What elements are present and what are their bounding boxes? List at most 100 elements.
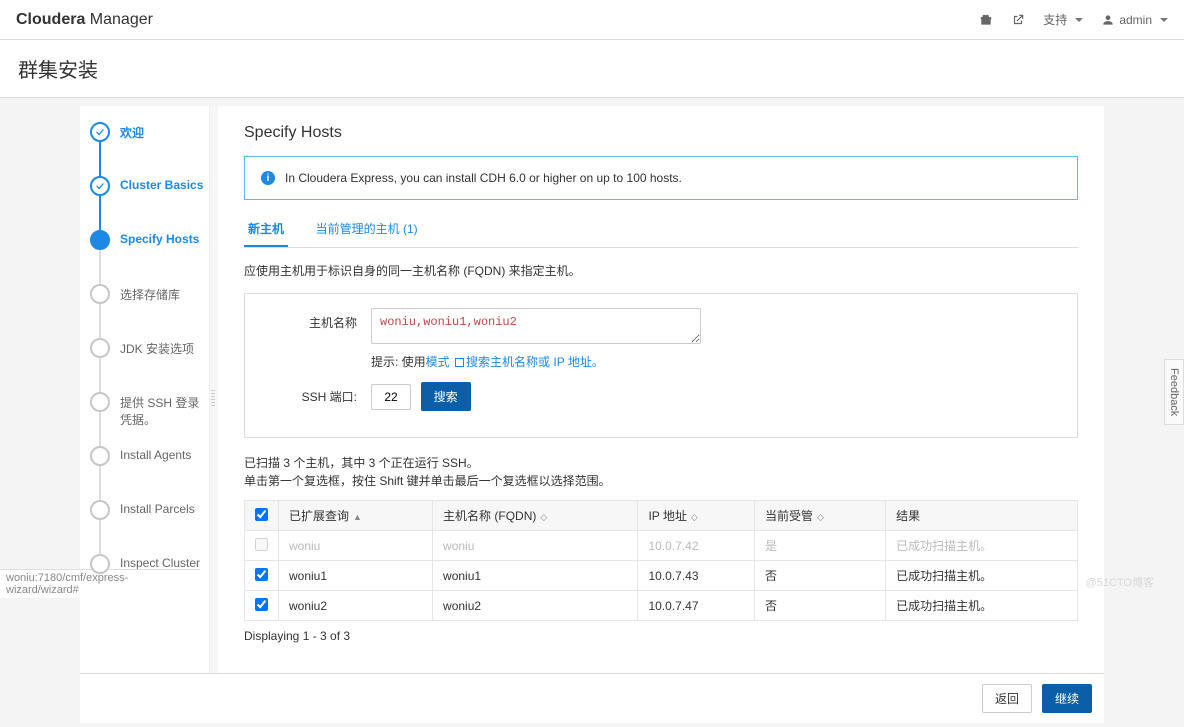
page-title: 群集安装	[0, 40, 1184, 98]
wizard-step: Install Parcels	[90, 500, 209, 554]
wizard-step: JDK 安装选项	[90, 338, 209, 392]
chevron-down-icon	[1075, 18, 1083, 22]
wizard-step: 提供 SSH 登录凭据。	[90, 392, 209, 446]
cell-name: woniu2	[279, 591, 433, 621]
support-label: 支持	[1043, 11, 1067, 28]
user-menu[interactable]: admin	[1101, 13, 1168, 27]
col-ip[interactable]: IP 地址◇	[638, 501, 755, 531]
gift-icon[interactable]	[979, 13, 993, 27]
info-banner: i In Cloudera Express, you can install C…	[244, 156, 1078, 200]
step-marker-icon	[90, 500, 110, 520]
user-label: admin	[1119, 13, 1152, 27]
step-label: 欢迎	[120, 122, 144, 141]
cell-fqdn: woniu	[433, 531, 638, 561]
step-marker-icon	[90, 230, 110, 250]
cell-managed: 是	[754, 531, 885, 561]
hostname-label: 主机名称	[261, 308, 371, 331]
scan-line-1: 已扫描 3 个主机，其中 3 个正在运行 SSH。	[244, 454, 1078, 472]
select-all-checkbox[interactable]	[255, 508, 268, 521]
row-checkbox[interactable]	[255, 568, 268, 581]
hosts-table: 已扩展查询▲ 主机名称 (FQDN)◇ IP 地址◇ 当前受管◇ 结果 woni…	[244, 500, 1078, 621]
cell-fqdn: woniu1	[433, 561, 638, 591]
cell-name: woniu1	[279, 561, 433, 591]
ssh-port-label: SSH 端口:	[261, 388, 371, 405]
host-form: 主机名称 提示: 使用模式 搜索主机名称或 IP 地址。 SSH 端口: 搜索	[244, 293, 1078, 438]
wizard-step: 选择存储库	[90, 284, 209, 338]
cell-ip: 10.0.7.47	[638, 591, 755, 621]
cell-ip: 10.0.7.42	[638, 531, 755, 561]
scan-line-2: 单击第一个复选框，按住 Shift 键并单击最后一个复选框以选择范围。	[244, 472, 1078, 490]
wizard-container: 欢迎 Cluster Basics Specify Hosts 选择存储库 JDK 安装…	[80, 106, 1104, 673]
step-marker-icon	[90, 284, 110, 304]
tab-managed-hosts[interactable]: 当前管理的主机 (1)	[312, 212, 422, 245]
step-label: Inspect Cluster	[120, 554, 200, 570]
row-checkbox[interactable]	[255, 598, 268, 611]
cell-managed: 否	[754, 591, 885, 621]
row-checkbox	[255, 538, 268, 551]
search-button[interactable]: 搜索	[421, 382, 471, 411]
host-tabs: 新主机 当前管理的主机 (1)	[244, 212, 1078, 248]
brand-first: Cloudera	[16, 11, 85, 28]
cell-ip: 10.0.7.43	[638, 561, 755, 591]
col-expand[interactable]: 已扩展查询▲	[279, 501, 433, 531]
step-label: JDK 安装选项	[120, 338, 194, 357]
watermark: @51CTO博客	[1086, 574, 1154, 590]
step-label: 选择存储库	[120, 284, 180, 303]
col-result: 结果	[886, 501, 1078, 531]
wizard-step[interactable]: 欢迎	[90, 122, 209, 176]
top-nav: Cloudera Manager 支持 admin	[0, 0, 1184, 40]
wizard-content: Specify Hosts i In Cloudera Express, you…	[218, 106, 1104, 673]
back-button[interactable]: 返回	[982, 684, 1032, 713]
cell-managed: 否	[754, 561, 885, 591]
user-icon	[1101, 13, 1115, 27]
step-label: 提供 SSH 登录凭据。	[120, 392, 209, 428]
step-marker-icon	[90, 554, 110, 574]
hint-pattern-link[interactable]: 模式	[426, 355, 450, 369]
sidebar-resize-handle[interactable]	[210, 106, 218, 673]
chevron-down-icon	[1160, 18, 1168, 22]
continue-button[interactable]: 继续	[1042, 684, 1092, 713]
step-marker-icon	[90, 122, 110, 142]
hint-search-link[interactable]: 搜索主机名称或 IP 地址。	[466, 355, 604, 369]
section-title: Specify Hosts	[244, 124, 1078, 142]
col-fqdn[interactable]: 主机名称 (FQDN)◇	[433, 501, 638, 531]
cell-result: 已成功扫描主机。	[886, 531, 1078, 561]
table-row: woniu1woniu110.0.7.43否已成功扫描主机。	[245, 561, 1078, 591]
cell-fqdn: woniu2	[433, 591, 638, 621]
wizard-step[interactable]: Specify Hosts	[90, 230, 209, 284]
square-icon	[455, 358, 464, 367]
ssh-port-input[interactable]	[371, 384, 411, 410]
table-row: woniuwoniu10.0.7.42是已成功扫描主机。	[245, 531, 1078, 561]
info-icon: i	[261, 171, 275, 185]
wizard-step: Install Agents	[90, 446, 209, 500]
step-label: Cluster Basics	[120, 176, 203, 192]
step-marker-icon	[90, 338, 110, 358]
step-label: Install Parcels	[120, 500, 195, 516]
step-marker-icon	[90, 446, 110, 466]
brand-second: Manager	[90, 11, 153, 28]
brand[interactable]: Cloudera Manager	[16, 11, 153, 29]
wizard-footer: 返回 继续	[80, 673, 1104, 723]
info-text: In Cloudera Express, you can install CDH…	[285, 171, 682, 185]
support-menu[interactable]: 支持	[1043, 11, 1083, 28]
host-desc: 应使用主机用于标识自身的同一主机名称 (FQDN) 来指定主机。	[244, 262, 1078, 279]
hostname-input[interactable]	[371, 308, 701, 344]
hostname-hint: 提示: 使用模式 搜索主机名称或 IP 地址。	[371, 353, 701, 370]
tab-new-hosts[interactable]: 新主机	[244, 212, 288, 247]
step-marker-icon	[90, 392, 110, 412]
feedback-tab[interactable]: Feedback	[1164, 359, 1184, 425]
table-row: woniu2woniu210.0.7.47否已成功扫描主机。	[245, 591, 1078, 621]
scan-info: 已扫描 3 个主机，其中 3 个正在运行 SSH。 单击第一个复选框，按住 Sh…	[244, 454, 1078, 490]
cell-result: 已成功扫描主机。	[886, 591, 1078, 621]
nav-right: 支持 admin	[979, 11, 1168, 28]
external-icon[interactable]	[1011, 13, 1025, 27]
step-marker-icon	[90, 176, 110, 196]
wizard-steps: 欢迎 Cluster Basics Specify Hosts 选择存储库 JDK 安装…	[90, 122, 209, 608]
wizard-step[interactable]: Cluster Basics	[90, 176, 209, 230]
step-label: Install Agents	[120, 446, 191, 462]
cell-result: 已成功扫描主机。	[886, 561, 1078, 591]
cell-name: woniu	[279, 531, 433, 561]
display-count: Displaying 1 - 3 of 3	[244, 629, 1078, 643]
step-label: Specify Hosts	[120, 230, 199, 246]
col-managed[interactable]: 当前受管◇	[754, 501, 885, 531]
